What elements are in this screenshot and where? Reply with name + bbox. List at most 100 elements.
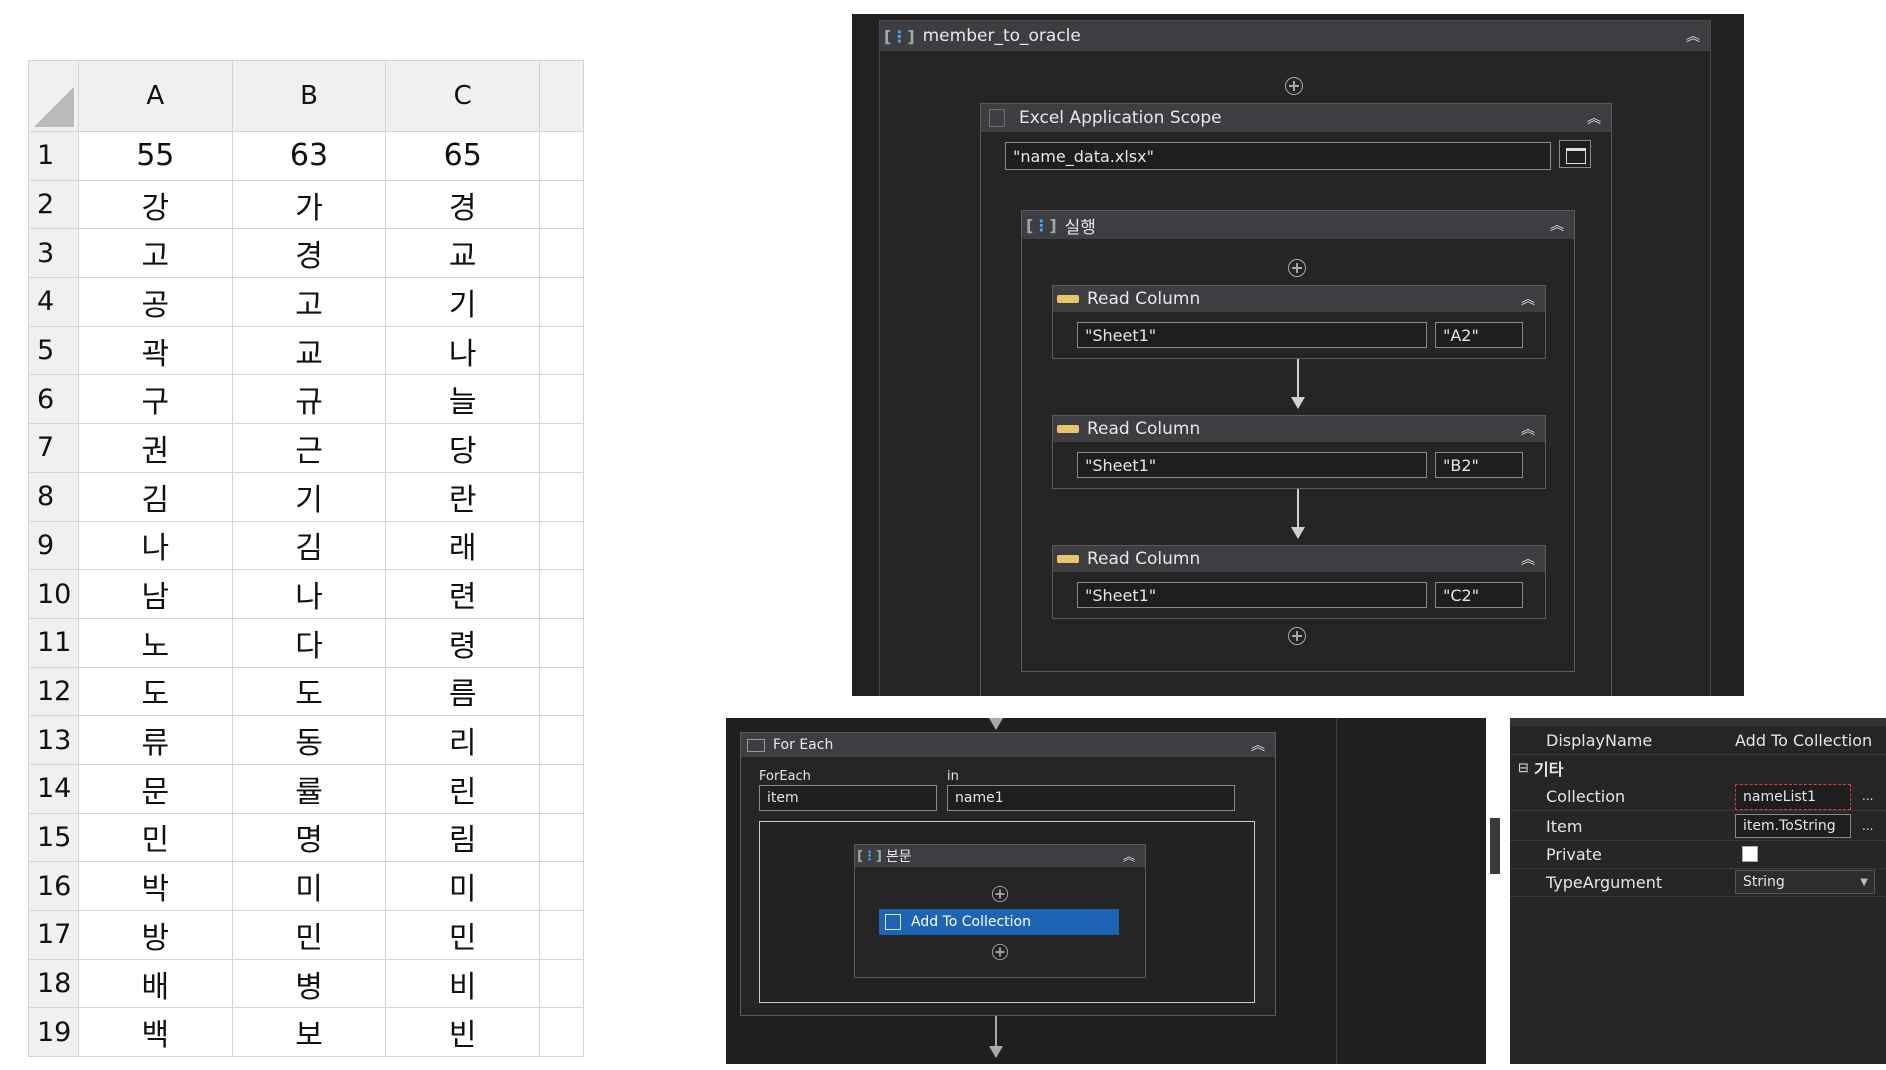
cell-c[interactable]: 교 [385,228,541,279]
body-header[interactable]: [⋮] 본문 ︽ [855,845,1145,867]
cell-a[interactable]: 도 [77,666,233,717]
cell-d[interactable] [539,520,584,571]
cell-a[interactable]: 배 [77,958,233,1009]
add-activity-plus-icon[interactable] [1288,259,1306,277]
cell-c[interactable]: 리 [385,715,541,765]
cell-d[interactable] [539,374,584,425]
cell-b[interactable]: 고 [231,277,387,327]
scrollbar-thumb[interactable] [1490,818,1500,874]
cell-a[interactable]: 문 [77,763,233,814]
cell-b[interactable]: 명 [231,812,387,863]
cell-b[interactable]: 다 [231,617,387,668]
cell-a[interactable]: 강 [77,179,233,230]
read-column-header[interactable]: Read Column ︽ [1053,546,1545,572]
row-header[interactable]: 1 [28,131,79,181]
collapse-icon[interactable]: ︽ [1521,289,1535,309]
sheet-name-field[interactable]: "Sheet1" [1077,452,1427,478]
cell-d[interactable] [539,958,584,1009]
cell-b[interactable]: 민 [231,910,387,960]
add-to-collection-activity[interactable]: Add To Collection [879,909,1119,935]
cell-a[interactable]: 고 [77,228,233,279]
property-section-etc[interactable]: ⊟ 기타 [1510,754,1886,782]
cell-c[interactable]: 65 [385,131,541,181]
cell-d[interactable] [539,910,584,960]
typeargument-dropdown[interactable]: String ▼ [1735,870,1875,894]
cell-a[interactable]: 김 [77,471,233,522]
row-header[interactable]: 8 [28,471,79,522]
cell-a[interactable]: 나 [77,520,233,571]
cell-c[interactable]: 름 [385,666,541,717]
cell-d[interactable] [539,763,584,814]
cell-a[interactable]: 55 [77,131,233,181]
collection-value-field[interactable]: nameList1 [1735,784,1851,810]
cell-d[interactable] [539,277,584,327]
cell-a[interactable]: 방 [77,910,233,960]
cell-c[interactable]: 당 [385,423,541,473]
cell-b[interactable]: 규 [231,374,387,425]
excel-application-scope[interactable]: Excel Application Scope ︽ "name_data.xls… [980,103,1612,696]
row-header[interactable]: 13 [28,715,79,765]
cell-c[interactable]: 림 [385,812,541,863]
cell-b[interactable]: 미 [231,861,387,911]
cell-a[interactable]: 구 [77,374,233,425]
cell-c[interactable]: 빈 [385,1007,541,1058]
cell-d[interactable] [539,228,584,279]
read-column-header[interactable]: Read Column ︽ [1053,286,1545,312]
cell-b[interactable]: 근 [231,423,387,473]
read-column-header[interactable]: Read Column ︽ [1053,416,1545,442]
cell-c[interactable]: 나 [385,325,541,376]
cell-c[interactable]: 기 [385,277,541,327]
cell-b[interactable]: 동 [231,715,387,765]
collapse-icon[interactable]: ︽ [1123,848,1135,865]
cell-b[interactable]: 도 [231,666,387,717]
collapse-icon[interactable]: ︽ [1686,26,1700,46]
collapse-icon[interactable]: ︽ [1521,549,1535,569]
select-all-corner[interactable] [28,60,79,132]
cell-d[interactable] [539,666,584,717]
ellipsis-button[interactable]: ... [1862,789,1873,803]
cell-c[interactable]: 미 [385,861,541,911]
cell-c[interactable]: 령 [385,617,541,668]
foreach-activity[interactable]: For Each ︽ ForEach in item name1 [⋮] 본문 … [740,732,1276,1016]
cell-d[interactable] [539,131,584,181]
column-header-c[interactable]: C [385,60,541,132]
sheet-name-field[interactable]: "Sheet1" [1077,582,1427,608]
cell-b[interactable]: 경 [231,228,387,279]
start-cell-field[interactable]: "B2" [1435,452,1523,478]
add-activity-plus-icon[interactable] [991,943,1009,961]
cell-a[interactable]: 권 [77,423,233,473]
cell-b[interactable]: 63 [231,131,387,181]
ellipsis-button[interactable]: ... [1862,819,1873,833]
read-column-2[interactable]: Read Column ︽ "Sheet1" "B2" [1052,415,1546,489]
row-header[interactable]: 14 [28,763,79,814]
cell-d[interactable] [539,812,584,863]
browse-folder-button[interactable] [1559,140,1591,168]
cell-b[interactable]: 가 [231,179,387,230]
cell-b[interactable]: 병 [231,958,387,1009]
start-cell-field[interactable]: "C2" [1435,582,1523,608]
cell-a[interactable]: 공 [77,277,233,327]
row-header[interactable]: 5 [28,325,79,376]
property-value[interactable]: Add To Collection [1735,731,1872,750]
collapse-icon[interactable]: ︽ [1251,735,1265,755]
cell-a[interactable]: 곽 [77,325,233,376]
cell-b[interactable]: 나 [231,569,387,619]
item-value-field[interactable]: item.ToString [1735,814,1851,838]
row-header[interactable]: 18 [28,958,79,1009]
cell-c[interactable]: 란 [385,471,541,522]
read-column-1[interactable]: Read Column ︽ "Sheet1" "A2" [1052,285,1546,359]
workbook-path-field[interactable]: "name_data.xlsx" [1005,142,1551,170]
cell-c[interactable]: 민 [385,910,541,960]
cell-a[interactable]: 노 [77,617,233,668]
start-cell-field[interactable]: "A2" [1435,322,1523,348]
cell-a[interactable]: 박 [77,861,233,911]
row-header[interactable]: 4 [28,277,79,327]
cell-c[interactable]: 늘 [385,374,541,425]
cell-c[interactable]: 비 [385,958,541,1009]
cell-b[interactable]: 기 [231,471,387,522]
cell-d[interactable] [539,617,584,668]
row-header[interactable]: 16 [28,861,79,911]
private-checkbox[interactable] [1742,846,1758,862]
collapse-icon[interactable]: ︽ [1521,419,1535,439]
body-sequence[interactable]: [⋮] 본문 ︽ Add To Collection [854,844,1146,978]
